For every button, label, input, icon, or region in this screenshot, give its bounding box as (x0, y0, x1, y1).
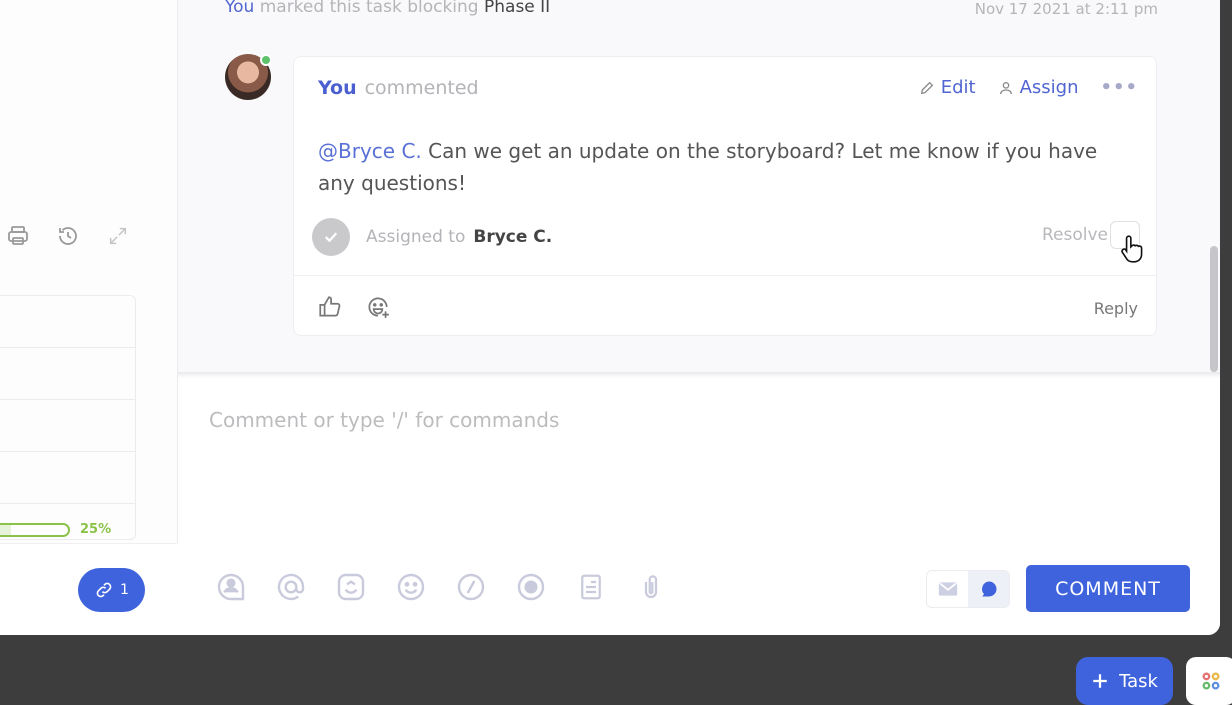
thumbs-up-icon[interactable] (316, 293, 344, 321)
record-icon[interactable] (514, 570, 548, 604)
clickapps-icon[interactable] (334, 570, 368, 604)
print-icon[interactable] (6, 224, 30, 248)
assignee-name[interactable]: Bryce C. (473, 227, 552, 247)
comment-input[interactable] (209, 408, 1109, 432)
mention-icon[interactable] (274, 570, 308, 604)
reactions-row (316, 293, 392, 321)
links-count: 1 (120, 582, 129, 598)
table-row[interactable] (0, 400, 135, 452)
progress: 25% (0, 522, 111, 537)
pencil-icon (920, 81, 933, 94)
link-icon (96, 582, 112, 598)
progress-label: 25% (80, 522, 112, 537)
online-status-dot (260, 54, 272, 66)
expand-icon[interactable] (106, 224, 130, 248)
comment-body: @Bryce C. Can we get an update on the st… (318, 135, 1118, 199)
comment-verb: commented (364, 77, 479, 99)
email-mode-button[interactable] (927, 571, 968, 607)
comment-actions: Edit Assign ••• (919, 77, 1138, 98)
user-icon (999, 81, 1012, 94)
resolve-button[interactable]: Resolve (1042, 225, 1108, 245)
avatar[interactable] (225, 54, 272, 100)
activity-timestamp: Nov 17 2021 at 2:11 pm (974, 0, 1158, 18)
table-row[interactable] (0, 348, 135, 400)
history-icon[interactable] (56, 224, 80, 248)
assign-button[interactable]: Assign (998, 77, 1079, 98)
activity-feed: You marked this task blocking Phase II N… (178, 0, 1220, 374)
edit-label: Edit (940, 77, 976, 98)
apps-grid-icon (1202, 672, 1220, 690)
comment-card: You commented Edit Assign ••• @Bryce C. C… (293, 56, 1157, 336)
assigned-label: Assigned to (366, 227, 466, 247)
hand-cursor-icon (1120, 234, 1146, 268)
slash-commands-icon[interactable] (454, 570, 488, 604)
new-task-label: Task (1119, 670, 1158, 692)
left-toolbar (6, 224, 130, 248)
activity-scrollbar[interactable] (1210, 246, 1218, 372)
activity-target[interactable]: Phase II (484, 0, 550, 17)
comment-composer: COMMENT (178, 378, 1220, 635)
left-footer: 1 (0, 543, 178, 635)
assign-comment-icon[interactable] (214, 570, 248, 604)
attachment-icon[interactable] (634, 570, 668, 604)
divider (294, 275, 1156, 276)
activity-action: marked this task blocking (259, 0, 479, 17)
apps-button[interactable] (1186, 657, 1232, 705)
document-icon[interactable] (574, 570, 608, 604)
assigned-comment-row: Assigned to Bryce C. Resolve (312, 217, 1140, 257)
comment-author[interactable]: You (318, 77, 357, 99)
task-window: 25% 1 You marked this task blocking Phas… (0, 0, 1220, 635)
comment-mode-button[interactable] (968, 571, 1009, 607)
progress-bar (0, 522, 70, 537)
emoji-icon[interactable] (394, 570, 428, 604)
links-button[interactable]: 1 (78, 568, 145, 612)
comment-header: You commented (318, 77, 479, 99)
assigned-check-icon (312, 218, 350, 256)
comment-mode-toggle (926, 570, 1010, 608)
assign-label: Assign (1019, 77, 1079, 98)
task-details-pane: 25% 1 (0, 0, 178, 635)
chat-bubble-icon (981, 581, 996, 597)
add-emoji-icon[interactable] (364, 293, 392, 321)
more-options-button[interactable]: ••• (1100, 77, 1138, 98)
reply-button[interactable]: Reply (1094, 299, 1138, 318)
edit-button[interactable]: Edit (919, 77, 976, 98)
composer-toolbar (214, 570, 668, 604)
table-row[interactable] (0, 452, 135, 504)
table-row[interactable] (0, 296, 135, 348)
new-task-button[interactable]: Task (1076, 657, 1173, 705)
activity-actor[interactable]: You (225, 0, 254, 17)
plus-icon (1093, 674, 1107, 688)
subtasks-table (0, 295, 136, 540)
envelope-icon (938, 582, 957, 596)
comment-text: Can we get an update on the storyboard? … (318, 139, 1098, 195)
mention-link[interactable]: @Bryce C. (318, 139, 422, 163)
comment-submit-button[interactable]: COMMENT (1026, 565, 1190, 612)
activity-entry: You marked this task blocking Phase II (225, 0, 550, 17)
